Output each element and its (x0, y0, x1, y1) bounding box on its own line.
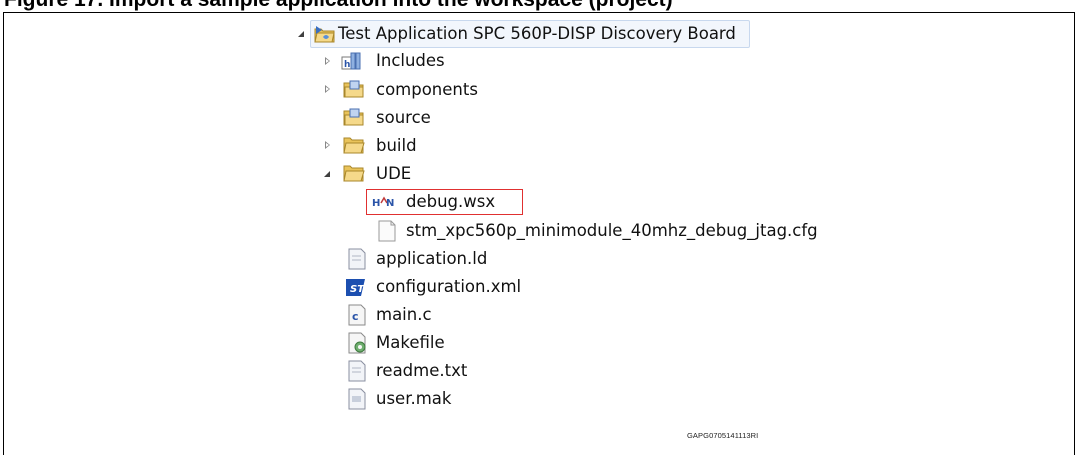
tree-item-label[interactable]: configuration.xml (376, 277, 521, 297)
mak-file-icon (347, 388, 369, 410)
tree-item-label[interactable]: Makefile (376, 333, 445, 353)
folder-icon (343, 135, 365, 155)
tree-item-label[interactable]: debug.wsx (406, 192, 495, 212)
tree-item-label[interactable]: application.ld (376, 249, 487, 269)
svg-text:H: H (372, 198, 380, 209)
source-folder-icon (343, 79, 365, 99)
svg-text:ST: ST (350, 284, 365, 295)
figure-reference-code: GAPG0705141113RI (687, 431, 759, 440)
st-config-icon: ST (345, 276, 367, 296)
expand-arrow-icon[interactable] (297, 29, 307, 39)
project-explorer-tree: Test Application SPC 560P-DISP Discovery… (0, 0, 1080, 455)
project-folder-icon (314, 24, 336, 44)
wsx-file-icon: H N (372, 192, 394, 212)
file-icon (377, 220, 399, 242)
tree-item-label[interactable]: build (376, 136, 417, 156)
makefile-icon (347, 332, 369, 354)
collapse-arrow-icon[interactable] (323, 84, 333, 94)
tree-item-label[interactable]: stm_xpc560p_minimodule_40mhz_debug_jtag.… (406, 221, 818, 241)
svg-text:h: h (344, 60, 350, 70)
tree-item-label[interactable]: UDE (376, 164, 411, 184)
c-file-icon: c (347, 304, 369, 326)
tree-item-label[interactable]: Includes (376, 51, 445, 71)
tree-item-label[interactable]: components (376, 80, 478, 100)
tree-item-label[interactable]: user.mak (376, 389, 451, 409)
svg-text:c: c (352, 310, 359, 323)
tree-item-label[interactable]: main.c (376, 305, 432, 325)
tree-item-label[interactable]: source (376, 108, 431, 128)
file-icon (347, 360, 369, 382)
expand-arrow-icon[interactable] (323, 169, 333, 179)
folder-icon (343, 163, 365, 183)
tree-item-label[interactable]: Test Application SPC 560P-DISP Discovery… (338, 24, 736, 44)
includes-icon: h (341, 51, 363, 71)
collapse-arrow-icon[interactable] (323, 56, 333, 66)
tree-item-label[interactable]: readme.txt (376, 361, 467, 381)
source-folder-icon (343, 107, 365, 127)
svg-text:N: N (386, 198, 394, 209)
collapse-arrow-icon[interactable] (323, 140, 333, 150)
file-icon (347, 248, 369, 270)
